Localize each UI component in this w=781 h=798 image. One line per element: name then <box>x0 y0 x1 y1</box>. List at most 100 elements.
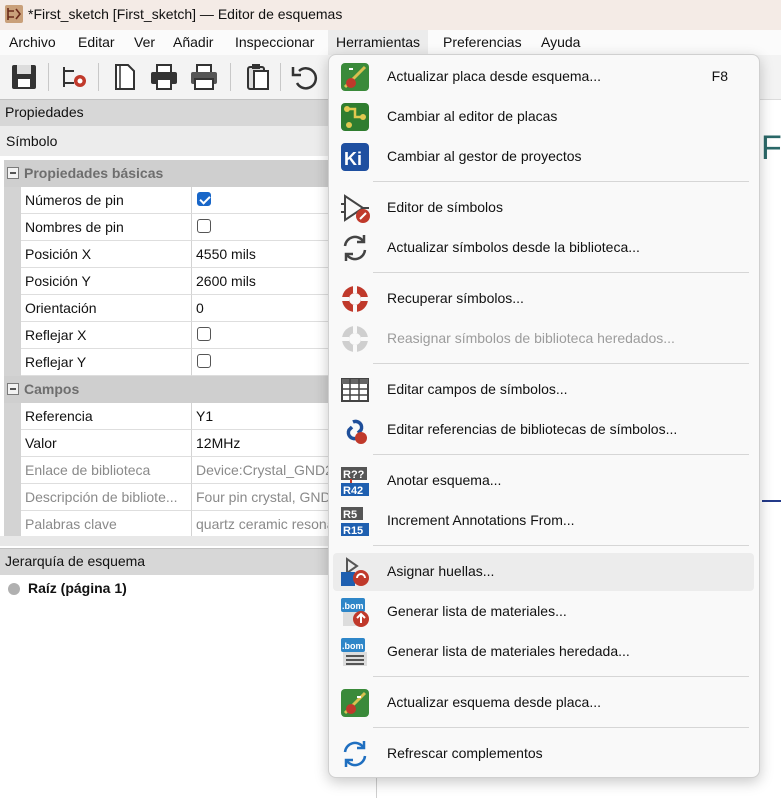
eeschema-app-icon <box>5 5 23 23</box>
menu-item-symbol-editor[interactable]: Editor de símbolos <box>333 189 754 227</box>
mirror-x-checkbox[interactable] <box>197 327 211 341</box>
canvas-text-fragment: F <box>761 129 781 167</box>
orientation-value[interactable]: 0 <box>196 300 204 316</box>
prop-label: Descripción de bibliote... <box>25 489 178 505</box>
properties-panel-header: Propiedades <box>0 99 376 127</box>
position-x-value[interactable]: 4550 mils <box>196 246 256 262</box>
menu-item-edit-library-references[interactable]: Editar referencias de bibliotecas de sím… <box>333 411 754 449</box>
schematic-setup-icon[interactable] <box>58 61 90 93</box>
description-value[interactable]: Four pin crystal, GND <box>196 489 331 505</box>
value-value[interactable]: 12MHz <box>196 435 240 451</box>
prop-label-cell: Descripción de bibliote... <box>21 484 192 511</box>
menu-item-edit-symbol-fields[interactable]: Editar campos de símbolos... <box>333 371 754 409</box>
menu-item-switch-pcb-editor[interactable]: Cambiar al editor de placas <box>333 98 754 136</box>
menu-item-annotate[interactable]: R?? R42 Anotar esquema... <box>333 462 754 500</box>
menu-anadir[interactable]: Añadir <box>173 34 213 50</box>
menu-item-switch-project-manager[interactable]: Ki Cambiar al gestor de proyectos <box>333 138 754 176</box>
svg-text:Ki: Ki <box>344 149 362 169</box>
menu-archivo[interactable]: Archivo <box>9 34 56 50</box>
prop-label-cell: Nombres de pin <box>21 214 192 241</box>
category-fields[interactable]: Campos <box>4 376 376 403</box>
menu-item-label: Editor de símbolos <box>387 199 503 215</box>
row-gutter <box>4 430 21 457</box>
prop-row-keywords[interactable]: Palabras clave quartz ceramic resonator <box>4 511 376 538</box>
toolbar-separator <box>230 63 231 91</box>
pin-names-checkbox[interactable] <box>197 219 211 233</box>
menu-item-label: Refrescar complementos <box>387 745 543 761</box>
menu-inspeccionar[interactable]: Inspeccionar <box>235 34 314 50</box>
prop-label: Reflejar Y <box>25 354 87 370</box>
prop-row-orientation[interactable]: Orientación 0 <box>4 295 376 322</box>
save-icon[interactable] <box>8 61 40 93</box>
menu-item-generate-legacy-bom[interactable]: .bom Generar lista de materiales heredad… <box>333 633 754 671</box>
menu-separator <box>373 454 749 455</box>
row-gutter <box>4 511 21 538</box>
annotate-icon: R?? R42 <box>341 467 369 497</box>
menu-ver[interactable]: Ver <box>134 34 155 50</box>
prop-row-reference[interactable]: Referencia Y1 <box>4 403 376 430</box>
prop-row-pin-numbers[interactable]: Números de pin <box>4 187 376 214</box>
prop-label: Posición Y <box>25 273 91 289</box>
update-schematic-icon <box>341 689 369 717</box>
menu-item-update-symbols[interactable]: Actualizar símbolos desde la biblioteca.… <box>333 229 754 267</box>
prop-row-position-y[interactable]: Posición Y 2600 mils <box>4 268 376 295</box>
menu-editar[interactable]: Editar <box>78 34 115 50</box>
prop-row-position-x[interactable]: Posición X 4550 mils <box>4 241 376 268</box>
prop-label-cell: Reflejar X <box>21 322 192 349</box>
menu-item-label: Anotar esquema... <box>387 472 502 488</box>
menu-item-update-pcb[interactable]: Actualizar placa desde esquema... F8 <box>333 58 754 96</box>
plot-icon[interactable] <box>188 61 220 93</box>
bom-icon: .bom <box>341 598 369 627</box>
print-icon[interactable] <box>148 61 180 93</box>
hierarchy-root-item[interactable]: Raíz (página 1) <box>28 580 127 596</box>
page-settings-icon[interactable] <box>108 61 140 93</box>
menu-item-label: Reasignar símbolos de biblioteca heredad… <box>387 330 675 346</box>
menu-shortcut: F8 <box>711 68 728 84</box>
menu-separator <box>373 363 749 364</box>
canvas-wire <box>762 500 781 502</box>
prop-label: Números de pin <box>25 192 124 208</box>
menu-item-generate-bom[interactable]: .bom Generar lista de materiales... <box>333 593 754 631</box>
window-title: *First_sketch [First_sketch] — Editor de… <box>28 6 343 22</box>
hierarchy-tree: Raíz (página 1) <box>0 575 377 798</box>
prop-row-mirror-x[interactable]: Reflejar X <box>4 322 376 349</box>
reference-value[interactable]: Y1 <box>196 408 213 424</box>
hierarchy-title: Jerarquía de esquema <box>5 553 146 569</box>
menu-item-increment-annotations[interactable]: R5 R15 Increment Annotations From... <box>333 502 754 540</box>
menu-item-label: Recuperar símbolos... <box>387 290 524 306</box>
library-link-value[interactable]: Device:Crystal_GND24 <box>196 462 341 478</box>
prop-row-pin-names[interactable]: Nombres de pin <box>4 214 376 241</box>
menu-item-refresh-plugins[interactable]: Refrescar complementos <box>333 735 754 773</box>
pin-numbers-checkbox[interactable] <box>197 192 211 206</box>
prop-label: Valor <box>25 435 57 451</box>
prop-label-cell: Posición Y <box>21 268 192 295</box>
undo-icon[interactable] <box>289 61 321 93</box>
row-gutter <box>4 187 21 214</box>
toolbar-separator <box>280 63 281 91</box>
collapse-icon[interactable] <box>7 383 19 395</box>
menu-item-label: Actualizar símbolos desde la biblioteca.… <box>387 239 640 255</box>
menu-item-assign-footprints[interactable]: Asignar huellas... <box>333 553 754 591</box>
menu-item-label: Cambiar al gestor de proyectos <box>387 148 582 164</box>
paste-icon[interactable] <box>242 61 274 93</box>
tools-menu: Actualizar placa desde esquema... F8 Cam… <box>328 54 760 778</box>
prop-row-mirror-y[interactable]: Reflejar Y <box>4 349 376 376</box>
menu-item-remap-symbols: Reasignar símbolos de biblioteca heredad… <box>333 320 754 358</box>
menu-ayuda[interactable]: Ayuda <box>541 34 580 50</box>
position-y-value[interactable]: 2600 mils <box>196 273 256 289</box>
prop-row-library-link[interactable]: Enlace de biblioteca Device:Crystal_GND2… <box>4 457 376 484</box>
menu-item-label: Asignar huellas... <box>387 563 495 579</box>
prop-label-cell: Reflejar Y <box>21 349 192 376</box>
menu-item-label: Increment Annotations From... <box>387 512 575 528</box>
menu-item-update-schematic-from-pcb[interactable]: Actualizar esquema desde placa... <box>333 684 754 722</box>
menu-preferencias[interactable]: Preferencias <box>443 34 522 50</box>
prop-label-cell: Orientación <box>21 295 192 322</box>
prop-row-description[interactable]: Descripción de bibliote... Four pin crys… <box>4 484 376 511</box>
menu-herramientas[interactable]: Herramientas <box>328 30 429 55</box>
menu-item-label: Cambiar al editor de placas <box>387 108 558 124</box>
prop-row-value[interactable]: Valor 12MHz <box>4 430 376 457</box>
category-basic-properties[interactable]: Propiedades básicas <box>4 160 376 187</box>
mirror-y-checkbox[interactable] <box>197 354 211 368</box>
menu-item-rescue-symbols[interactable]: Recuperar símbolos... <box>333 280 754 318</box>
collapse-icon[interactable] <box>7 167 19 179</box>
